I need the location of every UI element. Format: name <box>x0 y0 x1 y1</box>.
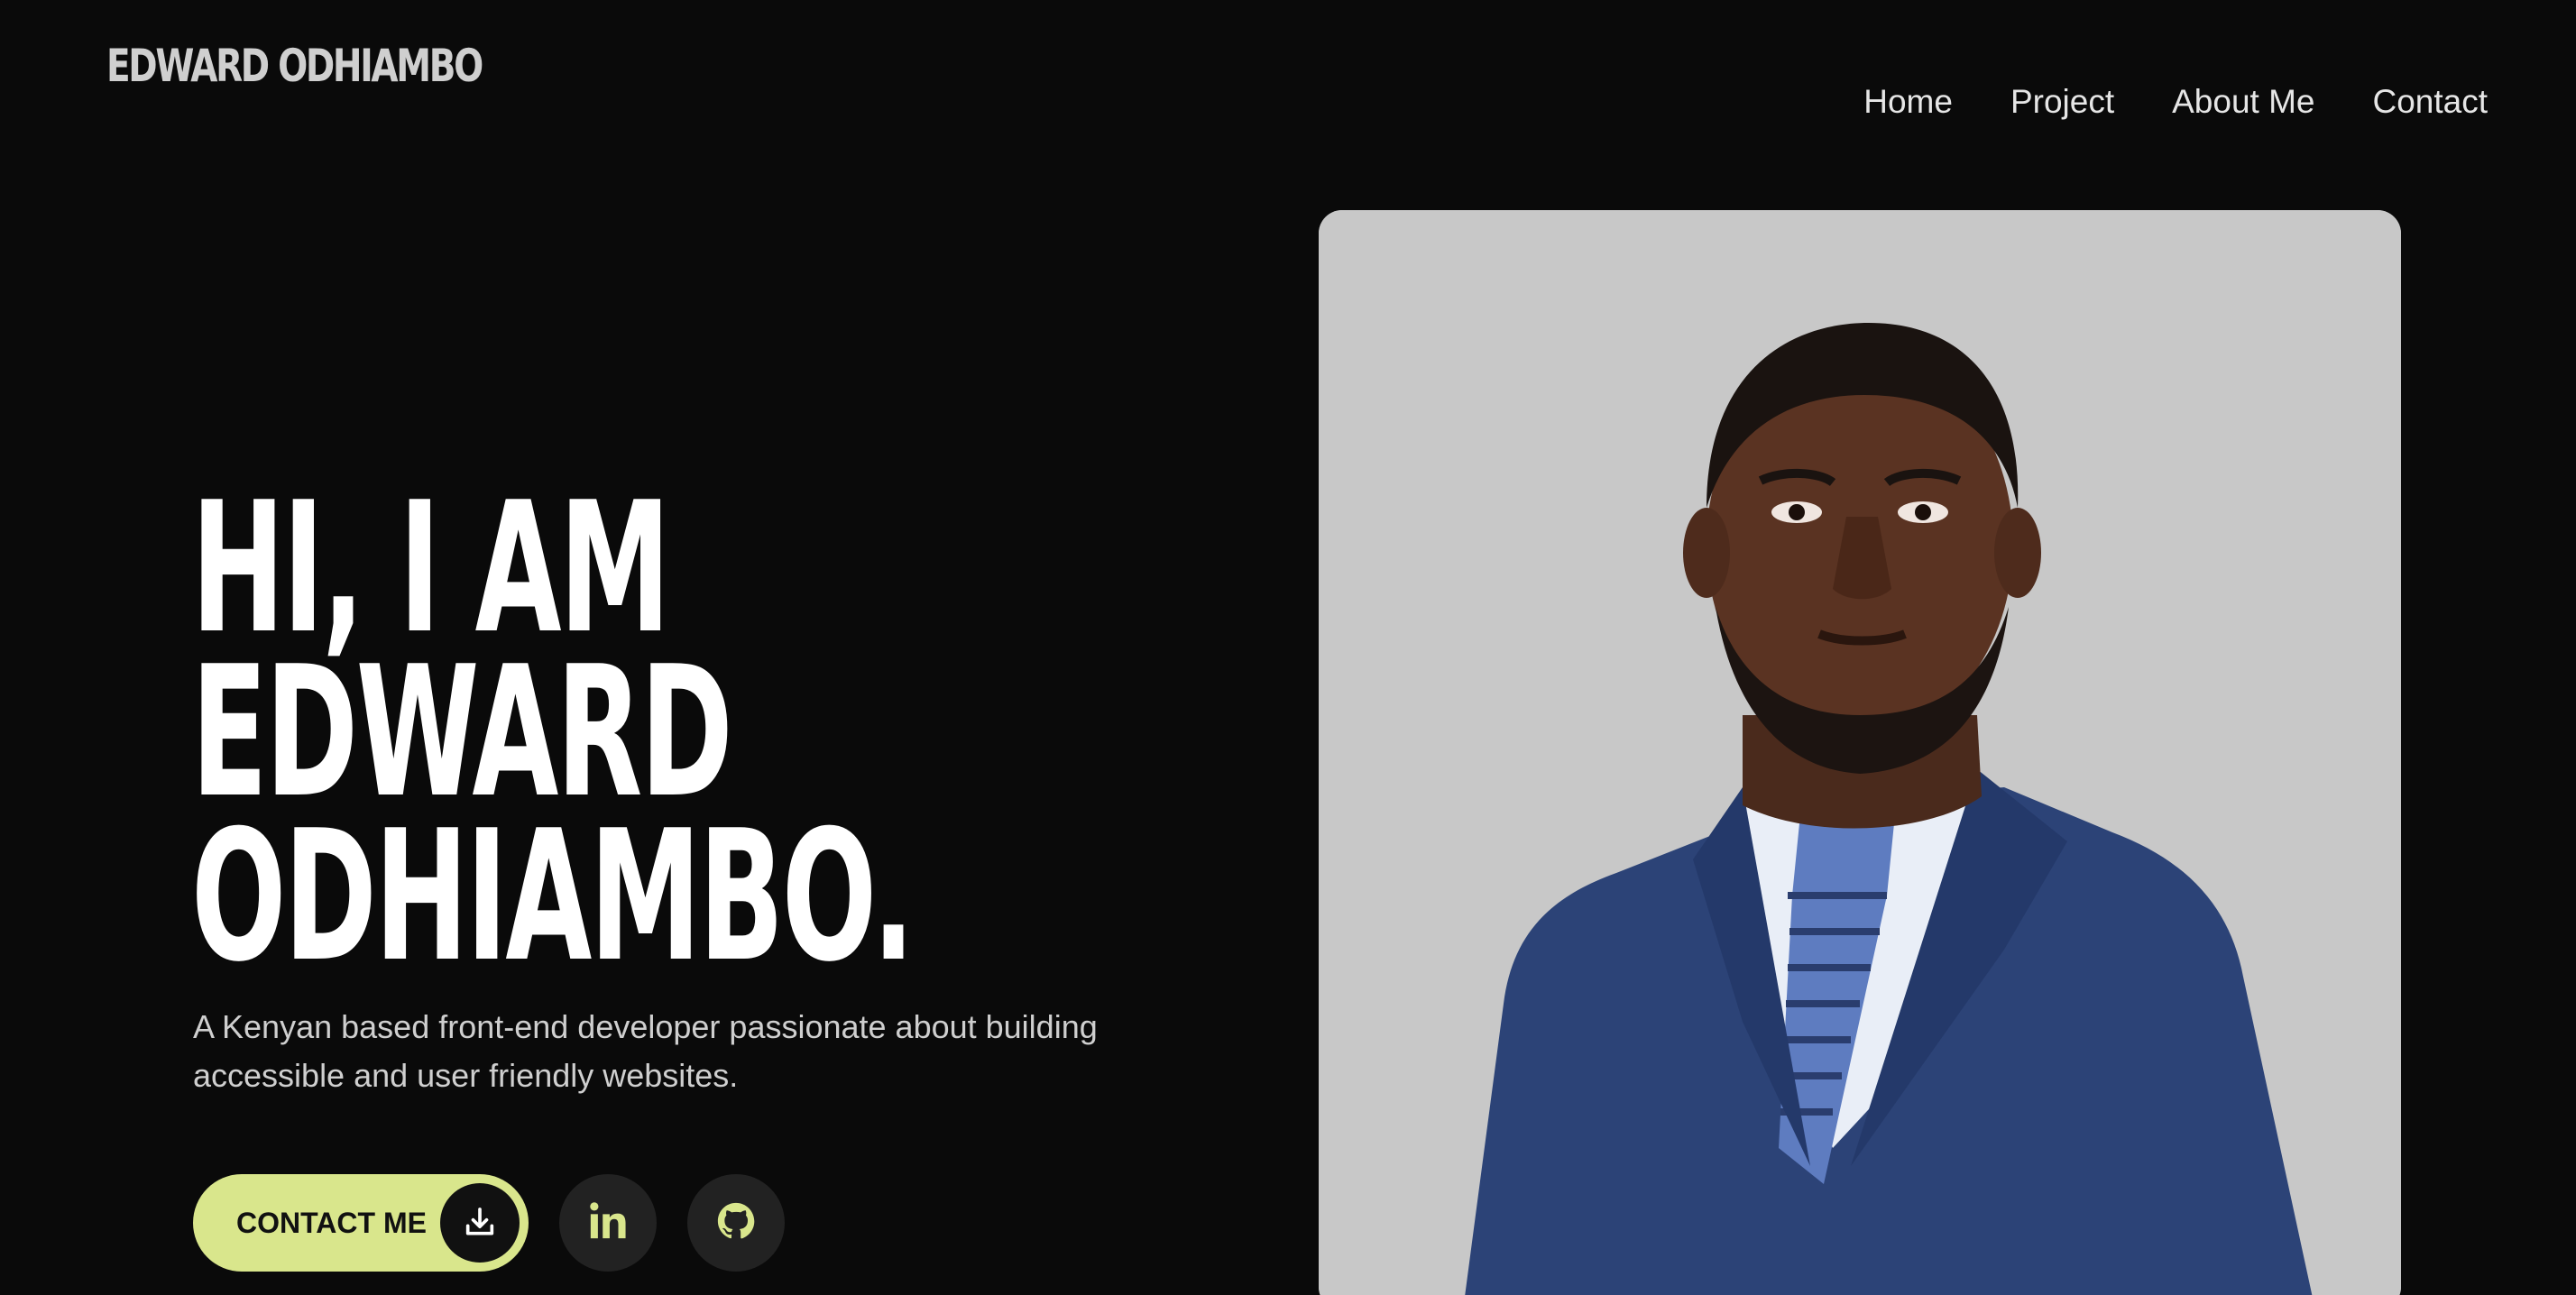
hero-title: HI, I AM EDWARD ODHIAMBO. <box>191 464 915 1002</box>
hero-title-line-1: HI, I AM <box>191 464 671 674</box>
nav-project[interactable]: Project <box>2010 83 2114 121</box>
nav-contact[interactable]: Contact <box>2372 83 2488 121</box>
hero-actions: CONTACT ME <box>193 1174 785 1272</box>
download-icon <box>440 1183 520 1263</box>
hero-title-line-2: EDWARD <box>191 628 733 838</box>
contact-me-label: CONTACT ME <box>236 1206 427 1239</box>
nav-about-me[interactable]: About Me <box>2172 83 2314 121</box>
github-icon <box>715 1200 757 1246</box>
main-nav: Home Project About Me Contact <box>1863 83 2488 121</box>
portrait-illustration <box>1319 210 2401 1295</box>
hero-tagline: A Kenyan based front-end developer passi… <box>193 1008 1098 1094</box>
contact-me-button[interactable]: CONTACT ME <box>193 1174 529 1272</box>
site-logo[interactable]: EDWARD ODHIAMBO <box>106 40 483 92</box>
github-button[interactable] <box>687 1174 785 1272</box>
linkedin-button[interactable] <box>559 1174 657 1272</box>
hero-title-line-3: ODHIAMBO. <box>191 792 915 1002</box>
nav-home[interactable]: Home <box>1863 83 1953 121</box>
linkedin-icon <box>587 1200 629 1246</box>
portrait-photo <box>1319 210 2401 1295</box>
